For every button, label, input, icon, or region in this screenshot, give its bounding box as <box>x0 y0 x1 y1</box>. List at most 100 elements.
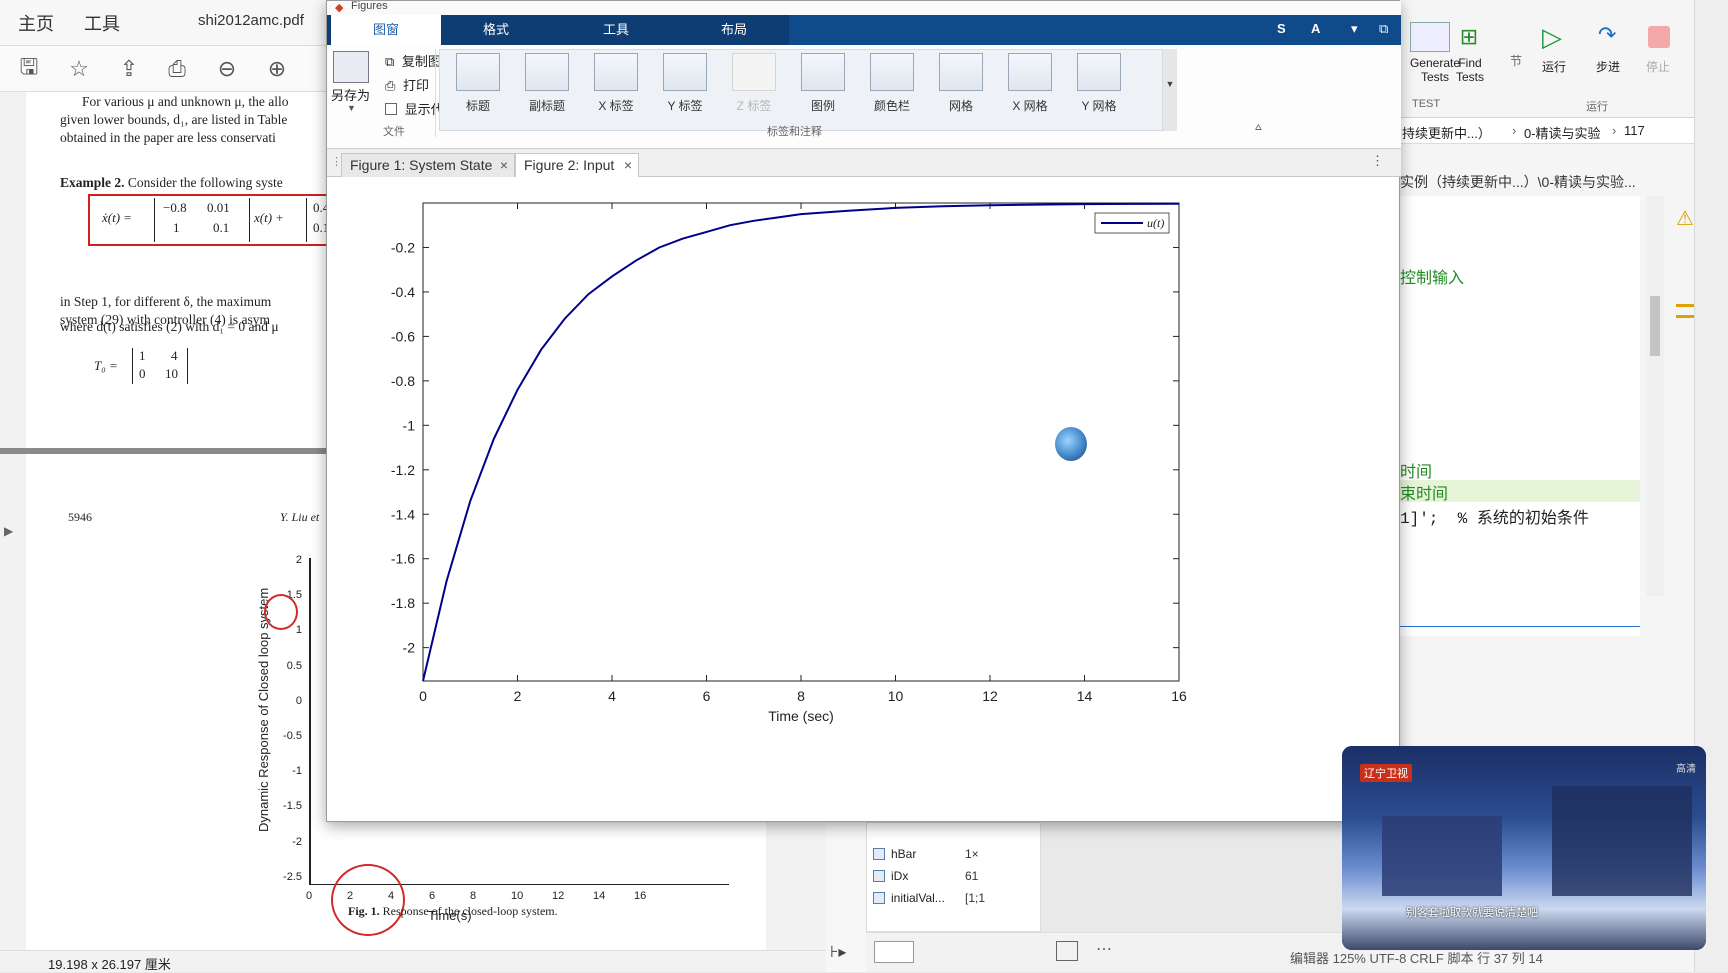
close-icon[interactable]: × <box>500 154 508 176</box>
title-label: 标题 <box>465 99 490 113</box>
annotation-group-label: 标签和注释 <box>767 126 822 138</box>
page-size: 19.198 x 26.197 厘米 <box>48 957 171 972</box>
subtitle-label: 副标题 <box>528 99 565 113</box>
chevron-right-icon: › <box>1512 123 1517 138</box>
more-icon[interactable]: ⋯ <box>1096 939 1112 959</box>
tab-tools[interactable]: 工具 <box>561 15 671 45</box>
save-icon[interactable]: 🖫 <box>14 54 44 84</box>
video-player[interactable]: 辽宁卫视 高清 别客套啦取款就要说清楚吧 <box>1342 746 1706 950</box>
expand-sidebar-icon[interactable]: ▶ <box>4 524 13 538</box>
x-tick-label: 16 <box>1171 688 1187 704</box>
print-icon[interactable]: ⎙ <box>162 54 192 84</box>
x-tick-label: 16 <box>634 890 647 902</box>
breadcrumb-item[interactable]: 0-精读与实验 <box>1524 123 1601 142</box>
title-button[interactable]: 标题 <box>445 53 511 131</box>
y-label-button[interactable]: Y 标签 <box>652 53 718 131</box>
chevron-right-icon: › <box>1612 123 1617 138</box>
matrix-cell: 4 <box>171 348 178 363</box>
matrix-cell: 0.1 <box>213 220 230 235</box>
chevron-down-icon[interactable]: ▼ <box>347 103 356 113</box>
variable-value: 1× <box>965 847 979 861</box>
workspace-row[interactable]: hBar 1× <box>873 847 1033 867</box>
tab-file[interactable]: shi2012amc.pdf <box>198 12 304 29</box>
stop-button[interactable]: 停止 <box>1646 58 1670 75</box>
colorbar-button[interactable]: 颜色栏 <box>859 53 925 131</box>
save-as-button[interactable]: 另存为 <box>331 85 370 104</box>
x-tick-label: 12 <box>552 890 565 902</box>
scrollbar-thumb[interactable] <box>1650 296 1660 356</box>
legend-button[interactable]: 图例 <box>790 53 856 131</box>
shortcut-icon[interactable]: S <box>1277 21 1286 36</box>
x-label-button[interactable]: X 标签 <box>583 53 649 131</box>
font-size-icon[interactable]: A <box>1311 21 1320 36</box>
line-plot[interactable]: -0.2 -0.4 -0.6 -0.8 -1 -1.2 -1.4 -1.6 -1.8 -2 0 2 4… <box>327 177 1399 821</box>
page-up-icon[interactable]: ⊕ <box>262 54 292 84</box>
y-tick-label: 2 <box>295 554 302 566</box>
x-grid-button[interactable]: X 网格 <box>997 53 1063 131</box>
layout-toggle-icon[interactable] <box>874 941 914 963</box>
run-icon[interactable]: ▷ <box>1542 22 1572 52</box>
code-comment: 时间 <box>1400 464 1433 481</box>
step-button[interactable]: 步进 <box>1596 58 1620 75</box>
generate-tests-icon[interactable] <box>1410 22 1450 52</box>
quick-access-dropdown-icon[interactable]: ▾ <box>1351 21 1358 37</box>
figure-canvas[interactable]: -0.2 -0.4 -0.6 -0.8 -1 -1.2 -1.4 -1.6 -1.8 -2 0 2 4… <box>327 177 1399 821</box>
matlab-ribbon: Generate Tests ⊞ Find Tests TEST 节 ▷ 运行 … <box>1400 0 1728 118</box>
more-options-icon[interactable]: ⋮ <box>1371 153 1384 169</box>
text-line: given lower bounds, d₁, are listed in Ta… <box>60 112 288 127</box>
breadcrumb-item[interactable]: 持续更新中...） <box>1402 123 1491 142</box>
close-icon[interactable]: × <box>624 154 632 176</box>
section-divider <box>1400 626 1640 627</box>
grid-button[interactable]: 网格 <box>928 53 994 131</box>
breadcrumb-item[interactable]: 117 <box>1624 123 1645 138</box>
star-icon[interactable]: ☆ <box>64 54 94 84</box>
tab-home[interactable]: 主页 <box>18 10 54 36</box>
step-icon[interactable]: ↷ <box>1598 22 1616 48</box>
x-label-label: X 标签 <box>598 99 634 113</box>
y-tick-label: -0.4 <box>391 284 415 300</box>
run-button[interactable]: 运行 <box>1542 58 1566 75</box>
subtitle-icon <box>525 53 569 91</box>
editor-scrollbar[interactable] <box>1646 196 1664 596</box>
command-prompt-icon[interactable]: ⊦▸ <box>830 942 846 962</box>
x-tick-label: 6 <box>703 688 711 704</box>
colorbar-icon <box>870 53 914 91</box>
y-tick-label: -1.8 <box>391 595 415 611</box>
warning-icon[interactable]: ⚠ <box>1676 206 1694 231</box>
tab-figure-2[interactable]: Figure 2: Input × <box>515 153 639 177</box>
equation-lhs: T₀ = <box>94 358 118 373</box>
tab-layout[interactable]: 布局 <box>679 15 789 45</box>
y-grid-button[interactable]: Y 网格 <box>1066 53 1132 131</box>
code-analyzer-icon[interactable] <box>1676 304 1694 318</box>
code-line: 1]'; % 系统的初始条件 <box>1400 510 1589 528</box>
tab-figure[interactable]: 图窗 <box>331 15 441 45</box>
print-button[interactable]: ⎙ 打印 <box>385 75 429 94</box>
stop-icon[interactable] <box>1648 26 1670 48</box>
tab-figure-1[interactable]: Figure 1: System State × <box>341 153 515 177</box>
command-window-icon[interactable] <box>1056 941 1078 961</box>
workspace-row[interactable]: iDx 61 <box>873 869 1033 889</box>
desktop-pet-icon[interactable] <box>1055 427 1087 461</box>
matrix-a: −0.8 0.01 1 0.1 <box>154 198 250 242</box>
y-tick-label: -0.2 <box>391 239 415 255</box>
save-as-icon[interactable] <box>333 51 369 83</box>
zoom-out-icon[interactable]: ⊖ <box>212 54 242 84</box>
y-tick-label: -1.4 <box>391 506 415 522</box>
workspace-row[interactable]: initialVal... [1;1 <box>873 891 1033 911</box>
gallery-expand-icon[interactable]: ▼ <box>1163 49 1177 131</box>
upload-icon[interactable]: ⇪ <box>114 54 144 84</box>
tab-bar-fill <box>789 15 1401 45</box>
find-tests-button[interactable]: Find Tests <box>1450 56 1490 84</box>
z-label-button[interactable]: Z 标签 <box>721 53 787 131</box>
collapse-ribbon-icon[interactable]: ⩟ <box>1255 121 1262 134</box>
tab-tools[interactable]: 工具 <box>84 10 120 36</box>
find-tests-icon[interactable]: ⊞ <box>1454 24 1484 52</box>
hd-badge: 高清 <box>1676 764 1696 775</box>
legend[interactable]: u(t) <box>1094 212 1170 234</box>
legend-icon <box>801 53 845 91</box>
code-editor[interactable]: 控制输入 时间 束时间 1]'; % 系统的初始条件 <box>1400 196 1640 636</box>
y-tick-label: -2.5 <box>283 870 302 883</box>
tab-format[interactable]: 格式 <box>441 15 551 45</box>
subtitle-button[interactable]: 副标题 <box>514 53 580 131</box>
undock-icon[interactable]: ⧉ <box>1379 21 1388 37</box>
